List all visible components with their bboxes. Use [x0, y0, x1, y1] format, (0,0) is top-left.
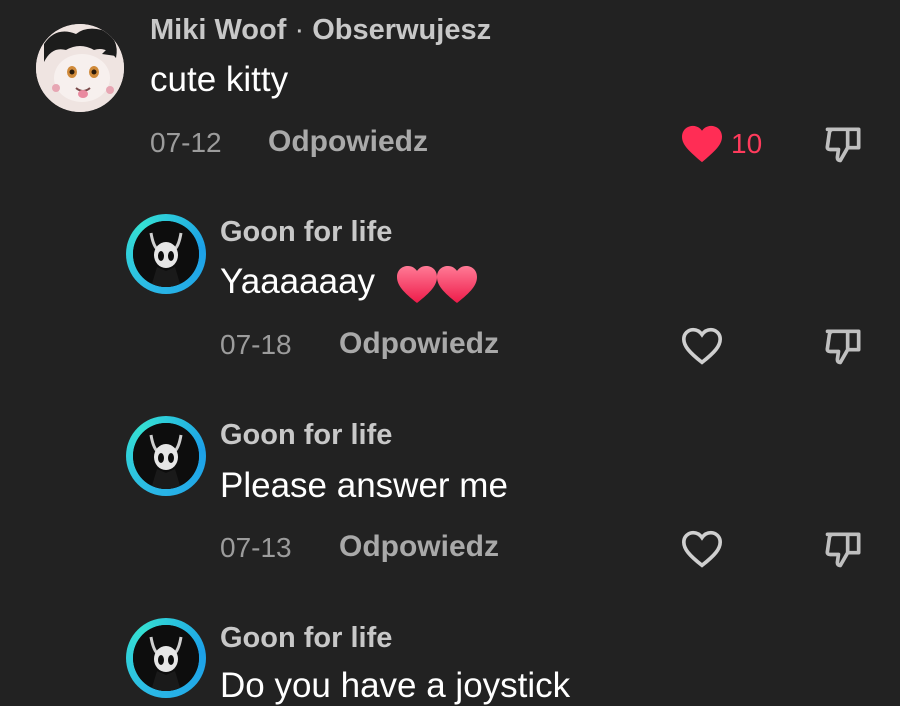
comment-date: 07-13: [220, 532, 292, 563]
hollow-knight-icon: [133, 625, 199, 691]
avatar-image: [133, 625, 199, 691]
heart-outline-icon[interactable]: [680, 326, 724, 366]
avatar-image: [133, 221, 199, 287]
avatar-image: [133, 423, 199, 489]
comment-date: 07-18: [220, 329, 292, 360]
hollow-knight-icon: [133, 423, 199, 489]
comment-text-body: Yaaaaaay: [220, 262, 376, 301]
two-hearts-icon: [396, 265, 477, 303]
comment-author[interactable]: Goon for life: [220, 216, 392, 249]
heart-filled-icon[interactable]: [680, 124, 724, 164]
heart-outline-icon[interactable]: [680, 529, 724, 569]
like-count: 10: [731, 128, 763, 159]
comment-text: Do you have a joystick: [220, 666, 571, 705]
avatar[interactable]: [126, 416, 206, 496]
reply-item: Goon for life Yaaaaaay 07-18 Odpowiedz: [0, 200, 900, 390]
reply-item: Goon for life Do you have a joystick: [0, 606, 900, 705]
author-name[interactable]: Miki Woof: [150, 14, 286, 46]
avatar[interactable]: [126, 618, 206, 698]
comment-author[interactable]: Goon for life: [220, 419, 392, 452]
avatar[interactable]: [36, 24, 124, 112]
comment-text: Please answer me: [220, 466, 508, 505]
reply-item: Goon for life Please answer me 07-13 Odp…: [0, 404, 900, 594]
thumbs-down-icon[interactable]: [822, 324, 866, 368]
follow-status: Obserwujesz: [312, 14, 492, 46]
separator-dot: ·: [294, 14, 305, 46]
comment-author[interactable]: Miki Woof · Obserwujesz: [150, 14, 491, 47]
reply-button[interactable]: Odpowiedz: [339, 530, 499, 564]
reply-button[interactable]: Odpowiedz: [339, 327, 499, 361]
comment-text: cute kitty: [150, 60, 289, 99]
avatar[interactable]: [126, 214, 206, 294]
thumbs-down-icon[interactable]: [822, 527, 866, 571]
reply-button[interactable]: Odpowiedz: [268, 125, 428, 159]
thumbs-down-icon[interactable]: [822, 122, 866, 166]
comment-item: Miki Woof · Obserwujesz cute kitty 07-12…: [0, 0, 900, 180]
furry-avatar-icon: [36, 24, 124, 112]
comment-text: Yaaaaaay: [220, 262, 481, 305]
comment-date: 07-12: [150, 127, 222, 158]
comment-author[interactable]: Goon for life: [220, 622, 392, 655]
hollow-knight-icon: [133, 221, 199, 287]
